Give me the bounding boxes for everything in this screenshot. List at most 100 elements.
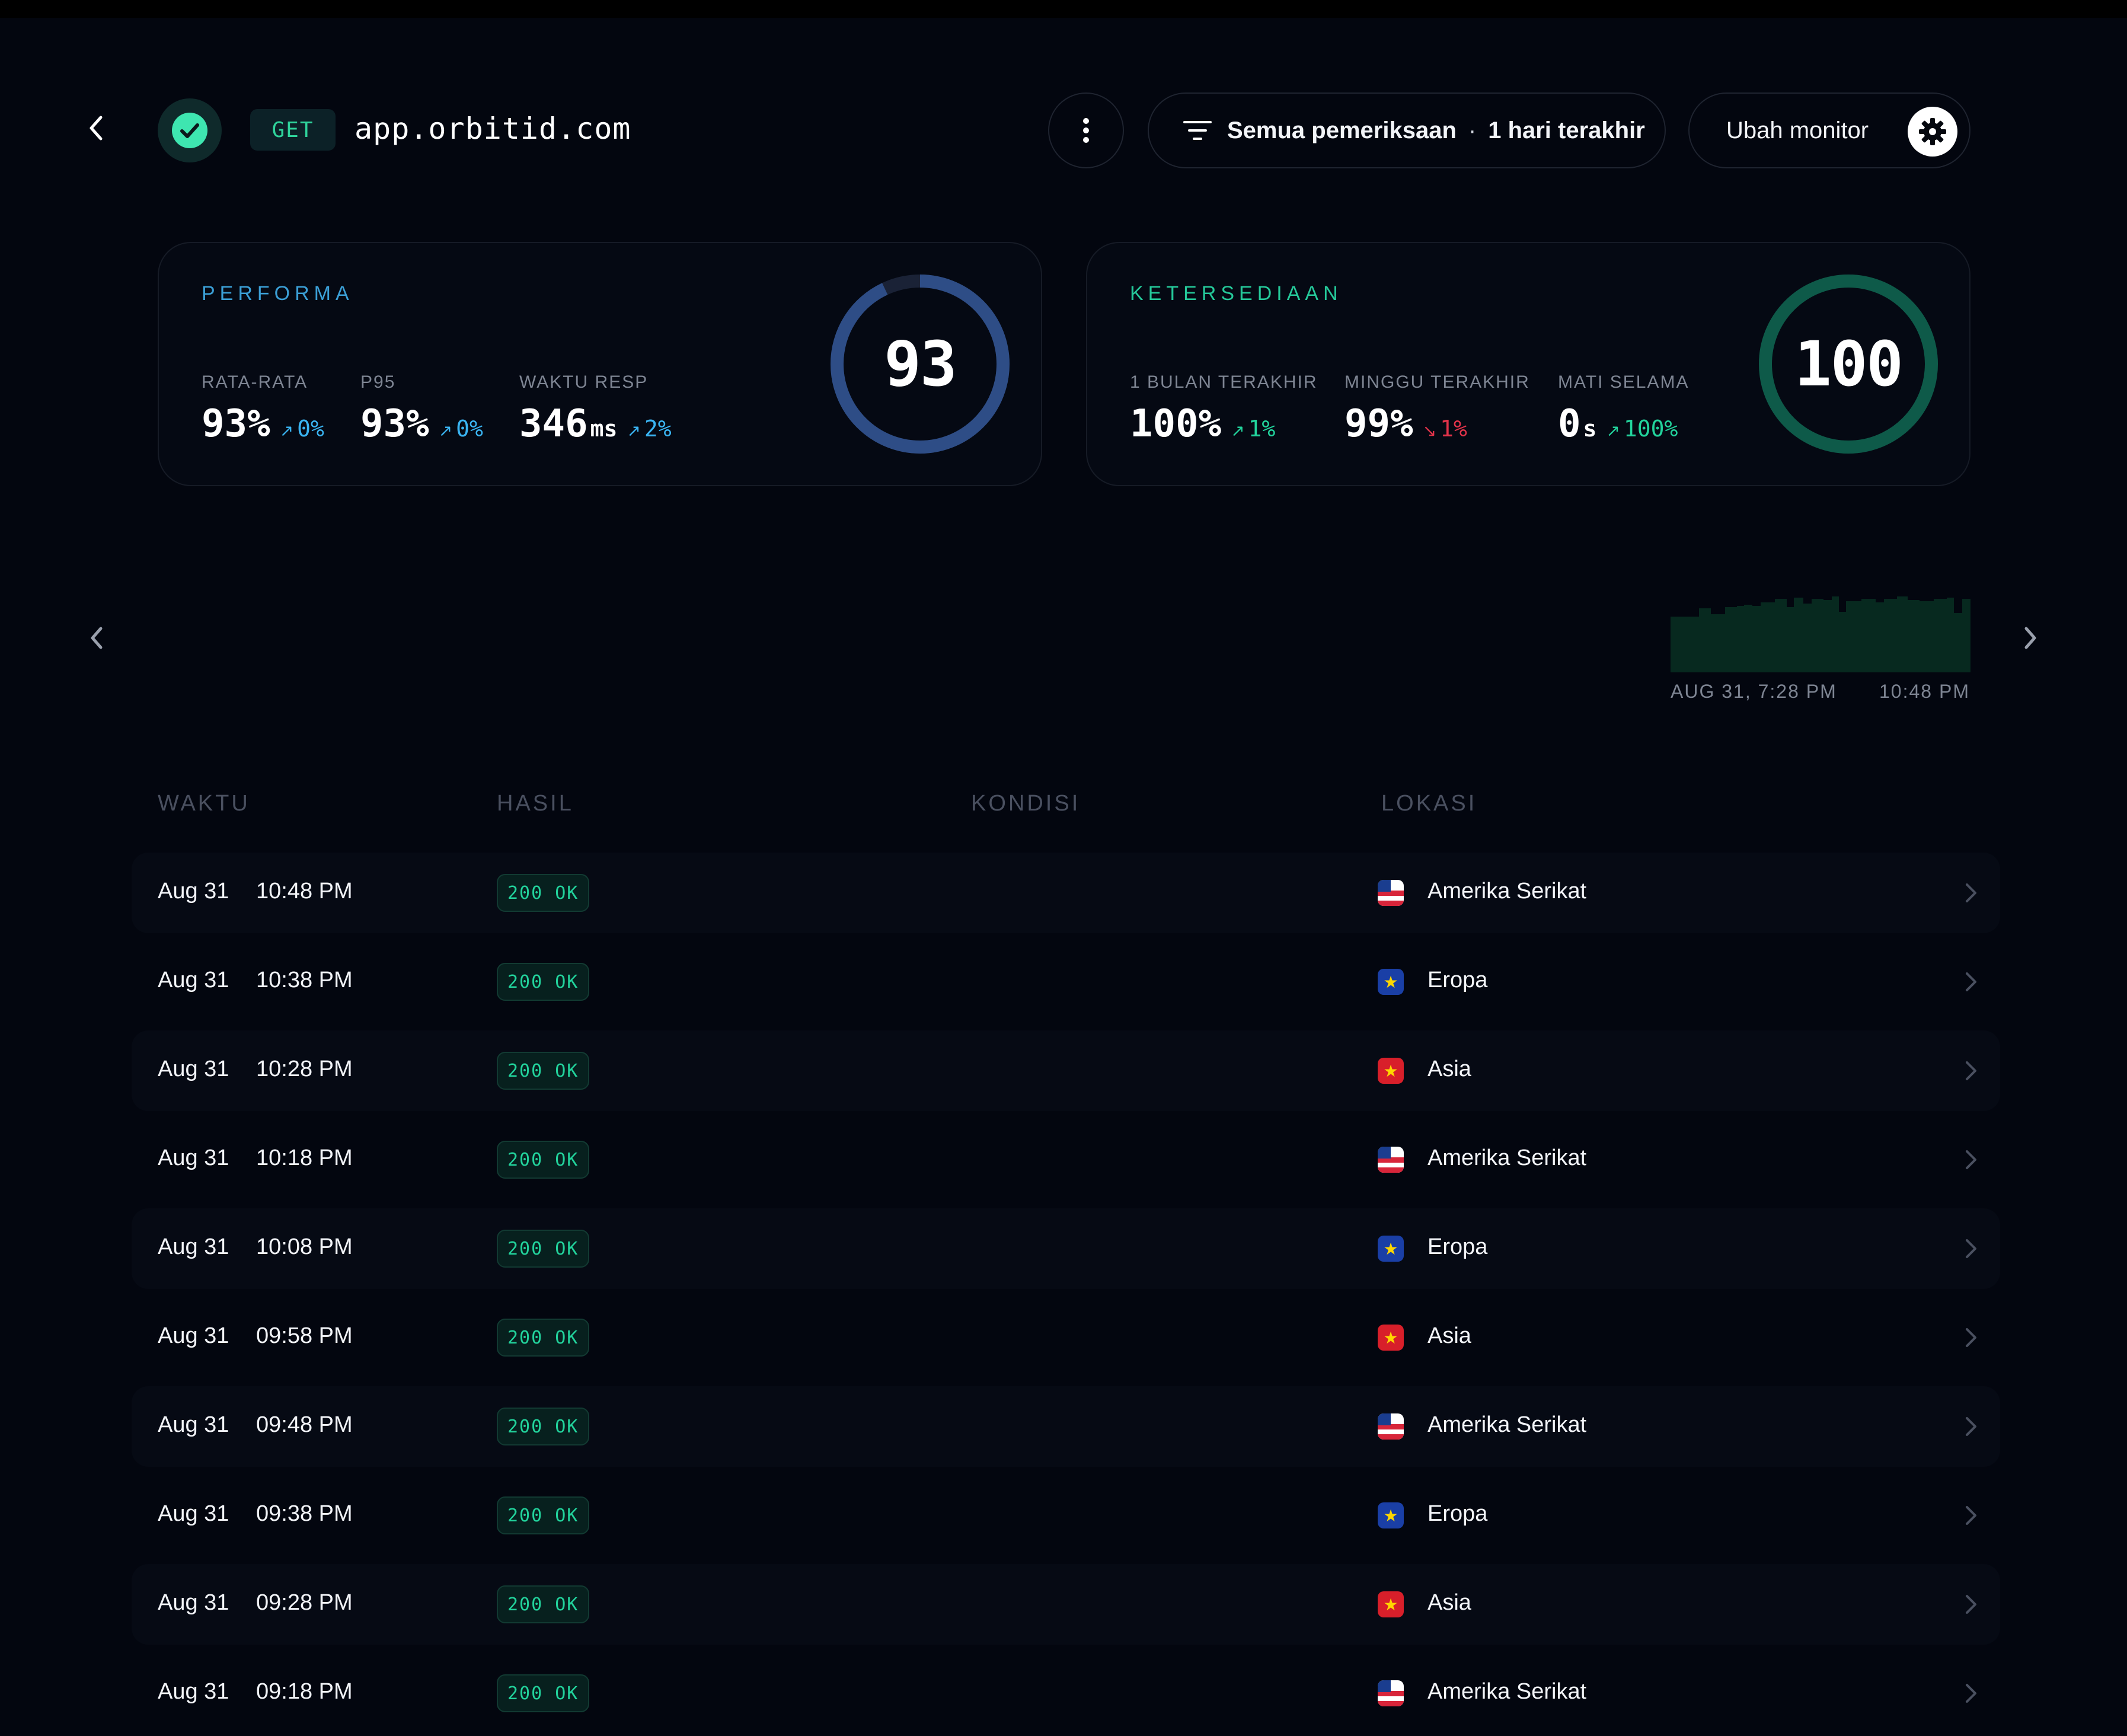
eu-flag-icon: ★ [1378,1236,1404,1262]
metric-value: 0 [1558,402,1581,446]
chevron-right-icon [1966,1417,1976,1436]
metric-delta: 100% [1623,416,1678,442]
row-date: Aug 31 [158,1145,229,1170]
asia-flag-icon: ★ [1378,1325,1404,1351]
row-location: Eropa [1427,1234,1488,1259]
availability-score: 100 [1794,328,1904,400]
table-row[interactable]: Aug 31 10:08 PM 200 OK ★ Eropa [132,1208,2000,1289]
table-row[interactable]: Aug 31 10:28 PM 200 OK ★ Asia [132,1030,2000,1111]
gear-icon [1908,107,1957,157]
status-badge: 200 OK [497,963,590,1001]
table-row[interactable]: Aug 31 10:18 PM 200 OK Amerika Serikat [132,1119,2000,1200]
table-row[interactable]: Aug 31 10:48 PM 200 OK Amerika Serikat [132,853,2000,933]
timeline-next-button[interactable] [2016,619,2044,657]
arrow-up-icon: ↗ [627,422,641,440]
asia-flag-icon: ★ [1378,1591,1404,1617]
table-row[interactable]: Aug 31 09:48 PM 200 OK Amerika Serikat [132,1386,2000,1467]
row-time: 10:08 PM [256,1234,353,1259]
timeline-prev-button[interactable] [83,619,111,657]
row-location: Asia [1427,1057,1471,1081]
status-indicator [158,98,222,162]
status-badge: 200 OK [497,1141,590,1179]
row-date: Aug 31 [158,879,229,904]
edit-monitor-label: Ubah monitor [1726,117,1869,143]
row-time: 10:28 PM [256,1057,353,1081]
timeline-end-label: 10:48 PM [1879,681,1970,702]
metric-label: RATA-RATA [202,372,308,392]
metric-delta: 0% [297,416,324,442]
asia-flag-icon: ★ [1378,1058,1404,1084]
metric-value: 100% [1130,402,1222,446]
status-badge: 200 OK [497,874,590,912]
metric-last-month: 1 BULAN TERAKHIR 100% ↗ 1% [1130,372,1318,446]
us-flag-icon [1378,880,1404,906]
us-flag-icon [1378,1147,1404,1173]
table-row[interactable]: Aug 31 10:38 PM 200 OK ★ Eropa [132,942,2000,1022]
status-badge: 200 OK [497,1052,590,1090]
table-row[interactable]: Aug 31 09:58 PM 200 OK ★ Asia [132,1297,2000,1378]
us-flag-icon [1378,1680,1404,1706]
check-circle-icon [172,113,207,148]
row-date: Aug 31 [158,1679,229,1704]
row-date: Aug 31 [158,1234,229,1259]
row-time: 09:28 PM [256,1590,353,1615]
row-time: 10:38 PM [256,968,353,993]
row-location: Amerika Serikat [1427,1412,1587,1437]
column-header-time: WAKTU [158,791,250,816]
performance-gauge: 93 [828,272,1013,457]
us-flag-icon [1378,1413,1404,1440]
chevron-left-icon [91,627,103,649]
filter-button[interactable]: Semua pemeriksaan · 1 hari terakhir [1148,92,1666,168]
table-row[interactable]: Aug 31 09:18 PM 200 OK Amerika Serikat [132,1653,2000,1734]
availability-gauge: 100 [1756,272,1941,457]
row-date: Aug 31 [158,1501,229,1526]
metric-label: MINGGU TERAKHIR [1344,372,1530,392]
row-date: Aug 31 [158,1590,229,1615]
row-location: Asia [1427,1323,1471,1348]
chevron-right-icon [1966,1328,1976,1347]
row-time: 10:18 PM [256,1145,353,1170]
chevron-right-icon [2024,627,2036,649]
metric-last-week: MINGGU TERAKHIR 99% ↘ 1% [1344,372,1530,446]
metric-value: 99% [1344,402,1413,446]
metric-label: WAKTU RESP [519,372,649,392]
metric-delta: 1% [1248,416,1276,442]
arrow-up-icon: ↗ [279,422,294,440]
column-header-result: HASIL [497,791,574,816]
table-row[interactable]: Aug 31 09:28 PM 200 OK ★ Asia [132,1564,2000,1645]
status-badge: 200 OK [497,1585,590,1623]
chevron-right-icon [1966,1150,1976,1169]
chevron-left-icon [90,116,103,141]
status-badge: 200 OK [497,1319,590,1357]
filter-range-label: 1 hari terakhir [1488,117,1645,143]
metric-value: 346 [519,402,588,446]
table-row[interactable]: Aug 31 09:38 PM 200 OK ★ Eropa [132,1475,2000,1556]
status-badge: 200 OK [497,1408,590,1445]
monitor-url: app.orbitid.com [354,111,631,146]
column-header-condition: KONDISI [971,791,1081,816]
row-location: Eropa [1427,968,1488,993]
more-options-button[interactable] [1048,92,1124,168]
filter-separator: · [1468,117,1477,143]
row-location: Amerika Serikat [1427,879,1587,904]
arrow-up-icon: ↗ [1231,422,1245,440]
row-time: 09:48 PM [256,1412,353,1437]
edit-monitor-button[interactable]: Ubah monitor [1688,92,1970,168]
chevron-right-icon [1966,1595,1976,1614]
chevron-right-icon [1966,883,1976,902]
metric-delta: 1% [1440,416,1467,442]
chevron-right-icon [1966,972,1976,991]
back-button[interactable] [83,109,111,147]
column-header-location: LOKASI [1381,791,1477,816]
metric-value: 93% [360,402,429,446]
metric-downtime: MATI SELAMA 0 s ↗ 100% [1558,372,1689,446]
status-badge: 200 OK [497,1496,590,1534]
row-location: Asia [1427,1590,1471,1615]
metric-label: 1 BULAN TERAKHIR [1130,372,1318,392]
row-date: Aug 31 [158,1323,229,1348]
performance-score: 93 [884,328,957,400]
availability-card: KETERSEDIAAN 1 BULAN TERAKHIR 100% ↗ 1% … [1086,242,1970,486]
chevron-right-icon [1966,1506,1976,1525]
metric-response-time: WAKTU RESP 346 ms ↗ 2% [519,372,672,446]
response-history-chart[interactable] [1671,593,1970,672]
